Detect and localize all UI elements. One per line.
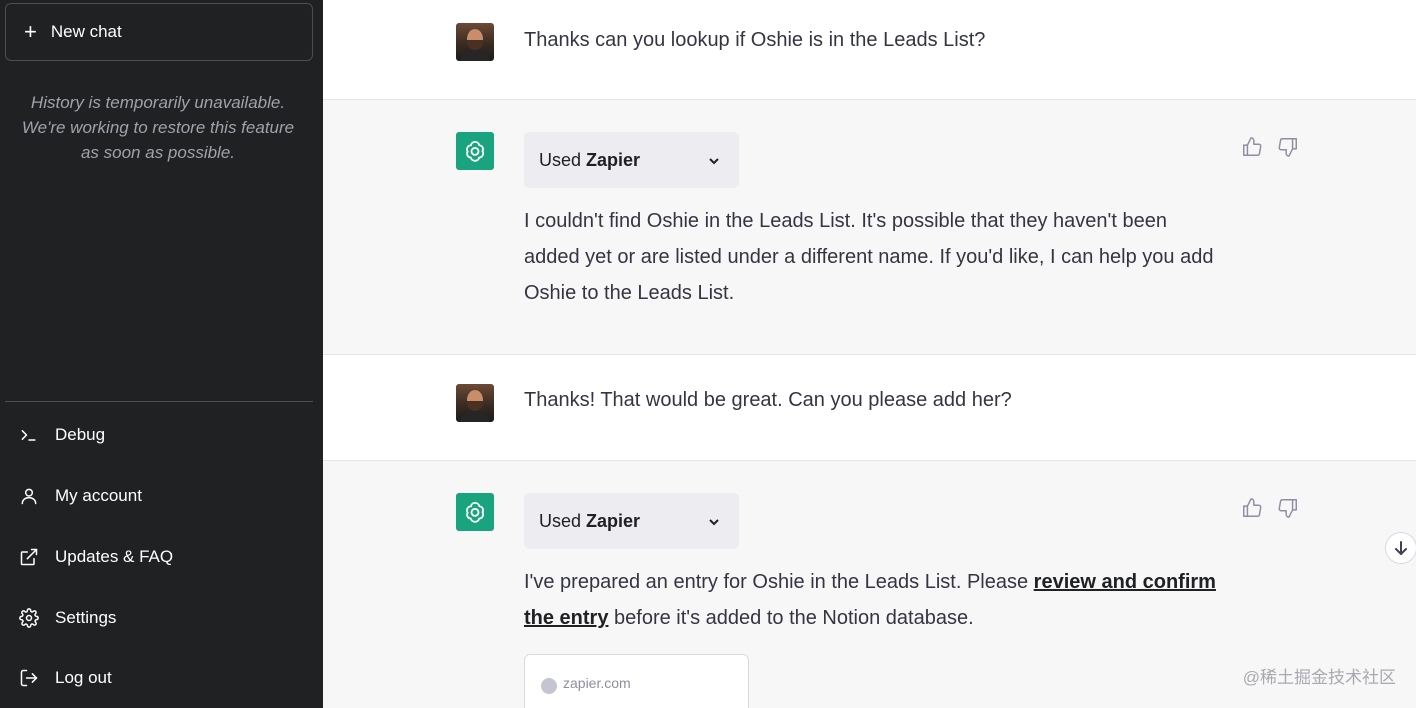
assistant-text-before-link: I've prepared an entry for Oshie in the … [524, 571, 1034, 593]
scroll-to-bottom-button[interactable] [1385, 532, 1416, 564]
sidebar-divider [5, 401, 313, 402]
sidebar-item-label: My account [55, 486, 142, 505]
globe-icon [541, 678, 557, 694]
chevron-down-icon [707, 152, 721, 166]
feedback-buttons [1241, 497, 1299, 519]
assistant-text-after-link: before it's added to the Notion database… [608, 607, 974, 629]
user-message: Thanks! That would be great. Can you ple… [323, 355, 1416, 461]
sidebar-item-debug[interactable]: Debug [5, 411, 313, 459]
history-unavailable-note: History is temporarily unavailable. We'r… [21, 93, 295, 162]
chevron-down-icon [707, 513, 721, 527]
sidebar-item-label: Settings [55, 608, 117, 627]
sidebar-item-settings[interactable]: Settings [5, 594, 313, 642]
user-icon [19, 486, 39, 506]
sidebar-item-my-account[interactable]: My account [5, 472, 313, 520]
thumbs-down-icon[interactable] [1277, 497, 1299, 519]
thumbs-down-icon[interactable] [1277, 136, 1299, 158]
openai-logo-icon [456, 493, 494, 531]
plus-icon: + [24, 19, 37, 44]
terminal-icon [19, 425, 39, 445]
thumbs-up-icon[interactable] [1241, 497, 1263, 519]
user-message: Thanks can you lookup if Oshie is in the… [323, 0, 1416, 100]
sidebar-item-updates-faq[interactable]: Updates & FAQ [5, 533, 313, 581]
feedback-buttons [1241, 136, 1299, 158]
gear-icon [19, 608, 39, 628]
assistant-message-text: I've prepared an entry for Oshie in the … [524, 564, 1239, 636]
sidebar-item-label: Log out [55, 668, 112, 687]
new-chat-button[interactable]: + New chat [5, 3, 313, 61]
sidebar: + New chat History is temporarily unavai… [0, 0, 323, 708]
user-avatar [456, 23, 494, 61]
plugin-prefix: Used [539, 149, 582, 170]
plugin-used-toggle[interactable]: Used Zapier [524, 493, 739, 549]
external-link-icon [19, 547, 39, 567]
arrow-down-icon [1393, 540, 1409, 556]
sidebar-item-log-out[interactable]: Log out [5, 654, 313, 702]
plugin-prefix: Used [539, 510, 582, 531]
user-avatar [456, 384, 494, 422]
link-card-domain: zapier.com [563, 675, 631, 691]
user-message-text: Thanks can you lookup if Oshie is in the… [524, 29, 986, 51]
sidebar-item-label: Debug [55, 425, 106, 444]
link-preview-card[interactable]: zapier.com [524, 654, 749, 708]
user-message-text: Thanks! That would be great. Can you ple… [524, 389, 1012, 411]
watermark: @稀土掘金技术社区 [1242, 668, 1396, 687]
logout-icon [19, 668, 39, 688]
plugin-name: Zapier [586, 510, 641, 531]
plugin-used-toggle[interactable]: Used Zapier [524, 132, 739, 188]
plugin-name: Zapier [586, 149, 641, 170]
openai-logo-icon [456, 132, 494, 170]
new-chat-label: New chat [50, 22, 122, 41]
conversation-panel[interactable]: Thanks can you lookup if Oshie is in the… [323, 0, 1416, 708]
assistant-message: Used Zapier I couldn't find Oshie in the… [323, 99, 1416, 355]
assistant-message-text: I couldn't find Oshie in the Leads List.… [524, 210, 1214, 304]
sidebar-item-label: Updates & FAQ [55, 547, 174, 566]
thumbs-up-icon[interactable] [1241, 136, 1263, 158]
